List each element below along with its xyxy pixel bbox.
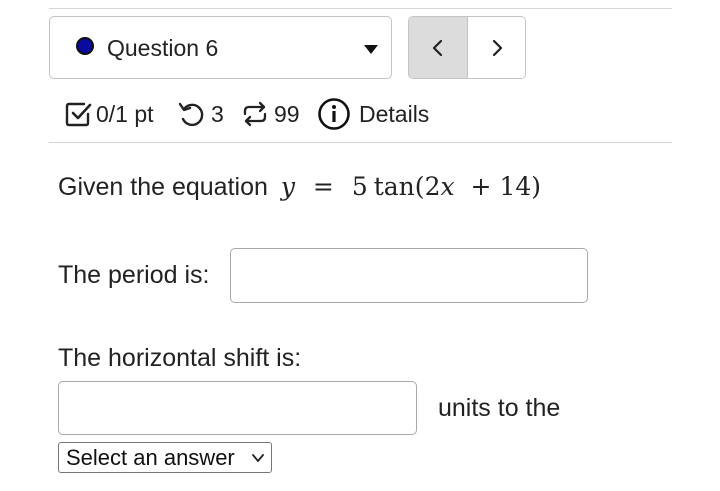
horizontal-shift-label: The horizontal shift is: <box>58 344 302 372</box>
equation-close: ) <box>531 172 542 201</box>
shift-direction-select-value: Select an answer <box>66 444 235 470</box>
chevron-left-icon <box>432 39 443 56</box>
versions-info: 99 <box>240 94 300 134</box>
previous-question-button[interactable] <box>409 17 468 78</box>
period-input[interactable] <box>230 248 588 303</box>
equation-open: ( <box>414 172 425 201</box>
retry-icon <box>178 102 204 127</box>
score-text: 0/1 pt <box>96 100 154 127</box>
details-button[interactable]: Details <box>317 94 429 134</box>
caret-down-icon <box>364 45 378 54</box>
problem-prompt: Given the equation y = 5 tan(2x +14) <box>58 172 541 202</box>
equation-coef: 5 <box>351 172 368 201</box>
equation-var: x <box>440 172 455 201</box>
question-nav <box>408 16 526 79</box>
info-icon <box>318 98 350 130</box>
question-status-dot <box>76 37 94 55</box>
question-selector[interactable]: Question 6 <box>49 16 392 79</box>
equation-b: 14 <box>499 172 532 201</box>
checkbox-icon <box>65 102 92 127</box>
attempts-count: 3 <box>211 100 224 127</box>
question-selector-label: Question 6 <box>107 35 219 61</box>
top-divider <box>49 8 672 9</box>
units-to-the-text: units to the <box>438 394 561 422</box>
attempts-info: 3 <box>177 94 224 134</box>
equation-equals: = <box>312 172 334 201</box>
chevron-down-icon <box>252 454 264 462</box>
prompt-text: Given the equation <box>58 173 268 201</box>
horizontal-shift-input[interactable] <box>58 381 417 435</box>
equation-func: tan <box>373 172 415 201</box>
repeat-icon <box>243 101 267 127</box>
equation: y = 5 tan(2x +14) <box>281 172 541 201</box>
equation-lhs: y <box>280 172 295 201</box>
header-divider <box>49 142 672 143</box>
equation-plus: + <box>470 172 492 201</box>
chevron-right-icon <box>492 39 503 56</box>
details-label: Details <box>359 100 430 127</box>
next-question-button[interactable] <box>468 17 525 78</box>
versions-count: 99 <box>274 100 300 127</box>
score-info: 0/1 pt <box>64 94 154 134</box>
equation-a: 2 <box>424 172 441 201</box>
period-label: The period is: <box>58 261 210 289</box>
shift-direction-select[interactable]: Select an answer <box>58 442 272 473</box>
